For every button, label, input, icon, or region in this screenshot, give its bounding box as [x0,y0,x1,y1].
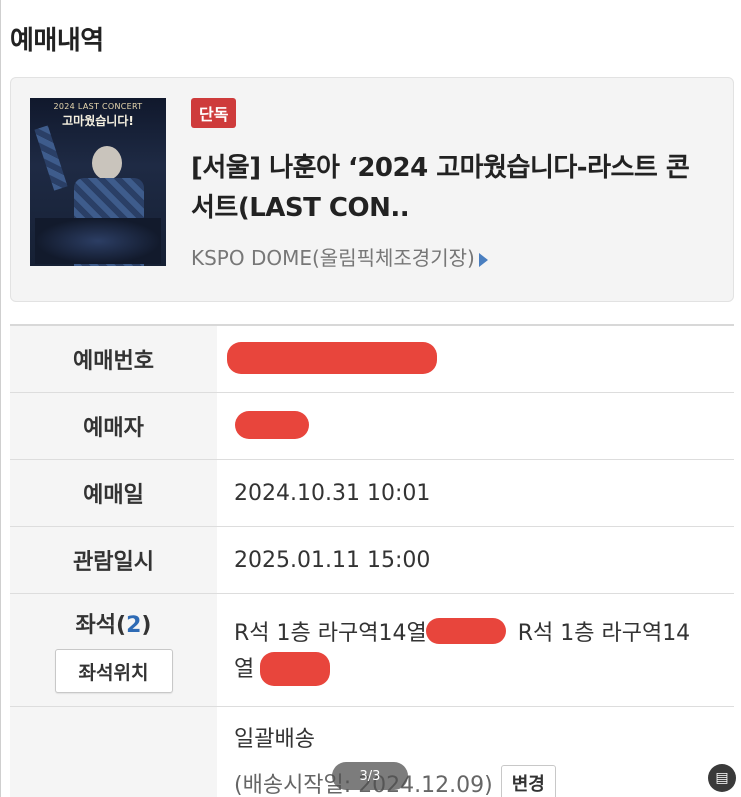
change-delivery-button[interactable]: 변경 [500,765,556,797]
booker-value [217,393,734,459]
redaction-mark [426,618,506,644]
redaction-mark [235,411,309,439]
seats-label-text: 좌석 [75,613,117,638]
seats-label: 좌석(2) [75,613,152,638]
poster-subtitle: 고마웠습니다! [62,114,134,128]
seat-2-suffix: 열 [234,657,255,682]
poster-title: 2024 LAST CONCERT [53,102,143,111]
poster-stage [35,218,161,264]
booking-date-value: 2024.10.31 10:01 [234,480,431,506]
event-poster: 2024 LAST CONCERT 고마웠습니다! [30,98,166,266]
row-seats: 좌석(2) 좌석위치 R석 1층 라구역14열 R석 1층 라구역14 열 [10,594,734,707]
booking-number-label: 예매번호 [10,326,217,392]
redaction-mark [260,652,330,686]
seat-location-button[interactable]: 좌석위치 [54,649,173,693]
booking-info-table: 예매번호 예매자 예매일 2024.10.31 10:01 관람일시 2025.… [10,324,734,797]
row-booking-number: 예매번호 [10,326,734,393]
poster-figure-arm [34,125,68,191]
booker-label: 예매자 [10,393,217,459]
poster-figure-head [92,146,122,180]
exclusive-badge: 단독 [191,98,237,128]
redaction-mark [227,342,437,374]
venue-link[interactable]: KSPO DOME(올림픽체조경기장) [191,242,488,271]
seats-value: R석 1층 라구역14열 R석 1층 라구역14 열 [217,594,734,706]
event-name[interactable]: [서울] 나훈아 ‘2024 고마웠습니다-라스트 콘서트(LAST CON.. [191,148,711,228]
left-border [0,0,1,797]
booking-details-page: 예매내역 2024 LAST CONCERT 고마웠습니다! 단독 [서울] 나… [0,0,741,797]
document-icon[interactable]: ▤ [708,764,736,792]
row-booker: 예매자 [10,393,734,460]
seat-2-prefix: R석 1층 라구역14 [517,621,691,646]
seat-1: R석 1층 라구역14열 [234,621,427,646]
view-datetime-value: 2025.01.11 15:00 [234,547,431,573]
delivery-method: 일괄배송 [234,727,315,752]
booking-date-label: 예매일 [10,460,217,526]
event-card[interactable]: 2024 LAST CONCERT 고마웠습니다! 단독 [서울] 나훈아 ‘2… [10,77,734,302]
arrow-right-icon [478,252,488,267]
row-booking-date: 예매일 2024.10.31 10:01 [10,460,734,527]
booking-number-value [217,326,734,392]
image-pager: 3/3 [332,762,408,790]
view-datetime-label: 관람일시 [10,527,217,593]
delivery-value: 일괄배송 (배송시작일: 2024.12.09) 변경 [217,707,734,797]
row-view-datetime: 관람일시 2025.01.11 15:00 [10,527,734,594]
seats-count: 2 [126,613,142,638]
seats-label-cell: 좌석(2) 좌석위치 [10,594,217,706]
delivery-label [10,707,217,797]
page-title: 예매내역 [10,26,104,56]
venue-name: KSPO DOME(올림픽체조경기장) [191,246,475,270]
